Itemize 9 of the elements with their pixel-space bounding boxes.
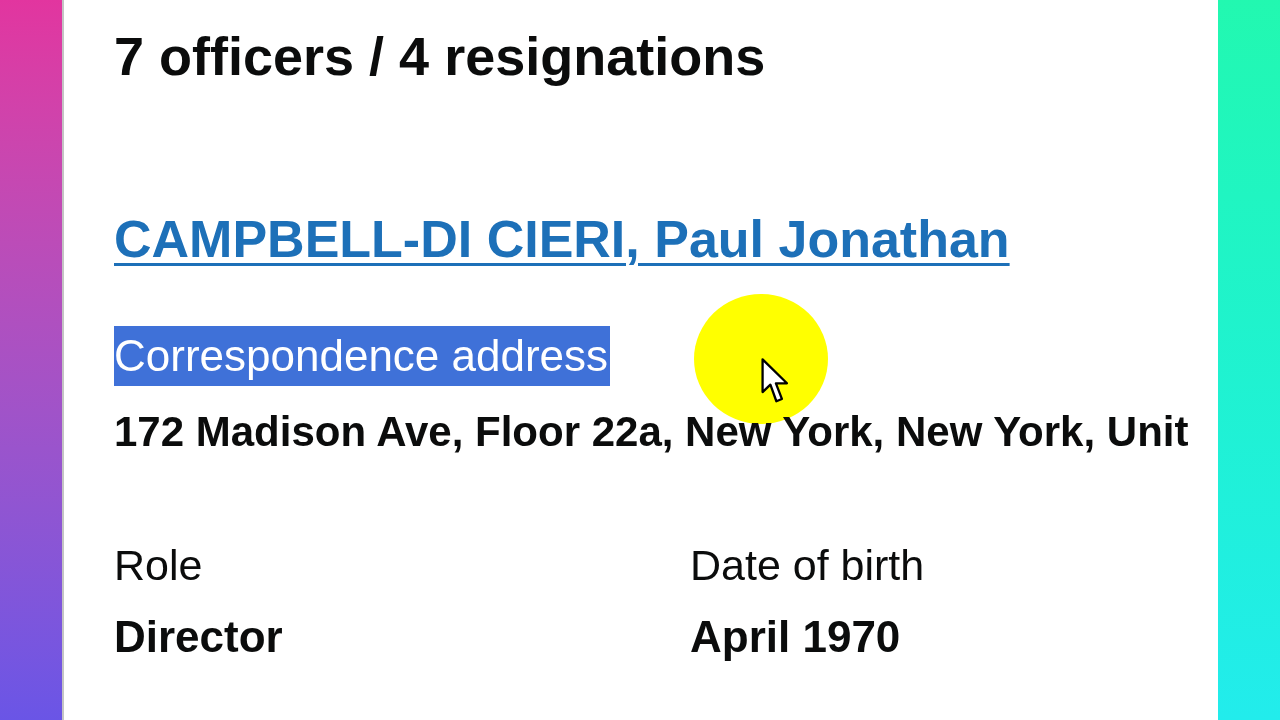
officers-heading: 7 officers / 4 resignations (114, 25, 766, 88)
detail-label: Date of birth (690, 540, 925, 591)
detail-label: Role (114, 540, 203, 591)
officer-name-link[interactable]: CAMPBELL-DI CIERI, Paul Jonathan (114, 206, 1010, 272)
cursor-icon (761, 358, 789, 404)
correspondence-address-label: Correspondence address (114, 326, 611, 386)
address-text: 172 Madison Ave, Floor 22a, New York, New York, Unit (114, 408, 1189, 456)
detail-value: Director (114, 611, 283, 663)
detail-value: April 1970 (690, 611, 901, 663)
